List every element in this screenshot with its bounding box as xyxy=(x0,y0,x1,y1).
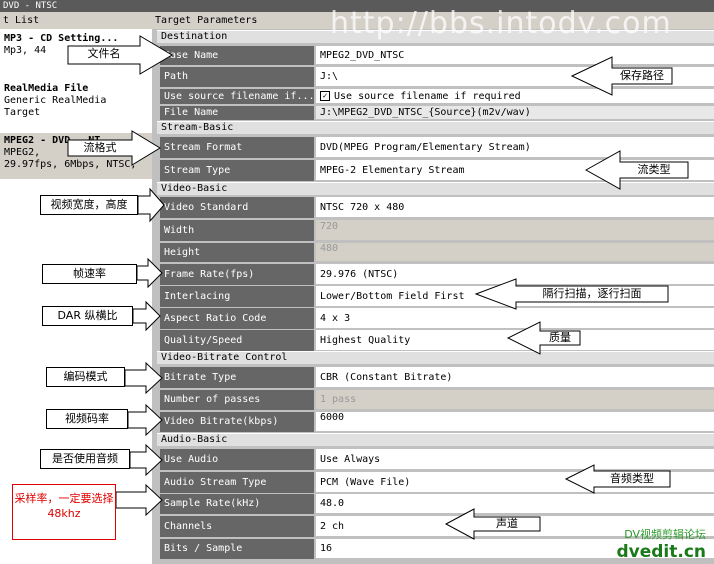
video-bitrate-label: Video Bitrate(kbps) xyxy=(160,412,314,432)
use-source-text: Use source filename if required xyxy=(334,91,521,102)
aspect-ratio-label: Aspect Ratio Code xyxy=(160,308,314,329)
quality-select[interactable]: Highest Quality xyxy=(316,330,714,351)
bits-sample-label: Bits / Sample xyxy=(160,539,314,559)
frame-rate-select[interactable]: 29.976 (NTSC) xyxy=(316,264,714,285)
section-audio-basic[interactable]: Audio-Basic xyxy=(157,433,714,446)
height-input: 480 xyxy=(316,243,714,262)
logo-line1: DV视频剪辑论坛 xyxy=(624,528,706,541)
callout-video-size: 视频宽度，高度 xyxy=(40,195,138,215)
target-item-sub: Generic RealMedia xyxy=(4,95,107,106)
sample-rate-select[interactable]: 48.0 xyxy=(316,494,714,514)
callout-stream-format: 流格式 xyxy=(83,141,117,154)
target-item-realmedia[interactable]: RealMedia File Generic RealMedia Target xyxy=(0,81,152,121)
width-input: 720 xyxy=(316,220,714,241)
callout-audio-type: 音频类型 xyxy=(610,472,654,485)
video-bitrate-input[interactable]: 6000 xyxy=(316,412,714,432)
height-label: Height xyxy=(160,243,314,262)
callout-channels: 声道 xyxy=(496,517,518,530)
passes-select: 1 pass xyxy=(316,390,714,410)
base-name-input[interactable]: MPEG2_DVD_NTSC xyxy=(316,46,714,65)
target-item-sub: Target xyxy=(4,107,41,118)
video-standard-label: Video Standard xyxy=(160,197,314,218)
target-item-title: MP3 - CD Setting... xyxy=(4,33,119,44)
base-name-label: Base Name xyxy=(160,46,314,65)
callout-dar: DAR 纵横比 xyxy=(42,306,133,326)
callout-save-path: 保存路径 xyxy=(620,69,664,82)
section-stream-basic[interactable]: Stream-Basic xyxy=(157,121,714,134)
callout-sample-rate-line2: 48khz xyxy=(47,507,81,520)
use-source-label: Use source filename if... xyxy=(160,89,314,104)
callout-sample-rate-line1: 采样率，一定要选择 xyxy=(14,492,114,505)
stream-type-label: Stream Type xyxy=(160,160,314,181)
quality-label: Quality/Speed xyxy=(160,330,314,351)
path-label: Path xyxy=(160,67,314,87)
interlacing-label: Interlacing xyxy=(160,286,314,307)
video-standard-select[interactable]: NTSC 720 x 480 xyxy=(316,197,714,218)
callout-use-audio: 是否使用音频 xyxy=(40,449,130,469)
use-audio-select[interactable]: Use Always xyxy=(316,449,714,470)
use-source-checkbox[interactable]: ✓ xyxy=(320,91,330,101)
callout-sample-rate: 采样率，一定要选择 48khz xyxy=(12,484,116,540)
use-source-field[interactable]: ✓ Use source filename if required xyxy=(316,89,714,104)
bitrate-type-select[interactable]: CBR (Constant Bitrate) xyxy=(316,367,714,388)
aspect-ratio-select[interactable]: 4 x 3 xyxy=(316,308,714,329)
passes-label: Number of passes xyxy=(160,390,314,410)
file-name-label: File Name xyxy=(160,106,314,120)
target-list-header: t List xyxy=(0,12,152,29)
sample-rate-label: Sample Rate(kHz) xyxy=(160,494,314,514)
section-video-bitrate[interactable]: Video-Bitrate Control xyxy=(157,351,714,364)
target-item-title: RealMedia File xyxy=(4,83,89,94)
callout-interlace: 隔行扫描，逐行扫面 xyxy=(542,287,642,300)
stream-format-select[interactable]: DVD(MPEG Program/Elementary Stream) xyxy=(316,137,714,158)
callout-encode-mode: 编码模式 xyxy=(46,367,125,387)
use-audio-label: Use Audio xyxy=(160,449,314,470)
callout-stream-type: 流类型 xyxy=(637,163,671,176)
channels-label: Channels xyxy=(160,516,314,537)
callout-quality: 质量 xyxy=(549,331,571,344)
target-item-sub: 29.97fps, 6Mbps, NTSC, xyxy=(4,159,137,170)
frame-rate-label: Frame Rate(fps) xyxy=(160,264,314,285)
callout-frame-rate: 帧速率 xyxy=(42,264,137,284)
callout-file-name: 文件名 xyxy=(87,47,121,60)
audio-stream-type-label: Audio Stream Type xyxy=(160,472,314,493)
width-label: Width xyxy=(160,220,314,241)
section-video-basic[interactable]: Video-Basic xyxy=(157,182,714,195)
dvedit-logo: DV视频剪辑论坛 dvedit.cn xyxy=(616,526,706,562)
bitrate-type-label: Bitrate Type xyxy=(160,367,314,388)
site-watermark: http://bbs.intodv.com xyxy=(330,6,672,41)
stream-format-label: Stream Format xyxy=(160,137,314,158)
file-name-value: J:\MPEG2_DVD_NTSC_{Source}(m2v/wav) xyxy=(316,106,714,120)
logo-line2: dvedit.cn xyxy=(616,542,706,562)
callout-video-bitrate: 视频码率 xyxy=(46,409,128,429)
